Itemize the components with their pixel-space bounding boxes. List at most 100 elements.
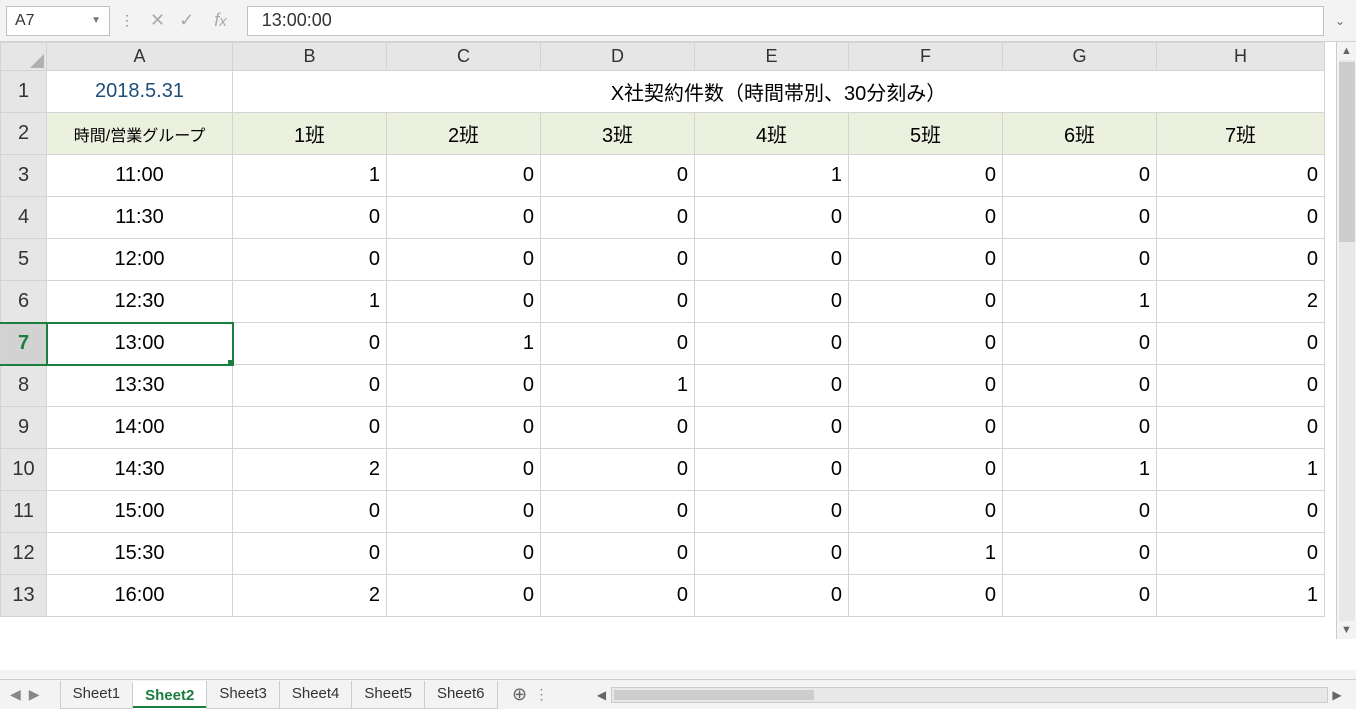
confirm-icon[interactable]: ✓ [179, 10, 194, 31]
subheader-group-1[interactable]: 1班 [233, 113, 387, 155]
cell-D4[interactable]: 0 [541, 197, 695, 239]
col-header-F[interactable]: F [849, 43, 1003, 71]
cell-B11[interactable]: 0 [233, 491, 387, 533]
cell-A7[interactable]: 13:00 [47, 323, 233, 365]
select-all-corner[interactable] [1, 43, 47, 71]
cell-H9[interactable]: 0 [1157, 407, 1325, 449]
hscroll-left-icon[interactable]: ◀ [593, 686, 611, 704]
cell-D7[interactable]: 0 [541, 323, 695, 365]
cell-G8[interactable]: 0 [1003, 365, 1157, 407]
cell-E13[interactable]: 0 [695, 575, 849, 617]
cell-D3[interactable]: 0 [541, 155, 695, 197]
subheader-group-6[interactable]: 6班 [1003, 113, 1157, 155]
cell-H7[interactable]: 0 [1157, 323, 1325, 365]
row-header-6[interactable]: 6 [1, 281, 47, 323]
row-header-5[interactable]: 5 [1, 239, 47, 281]
cell-G5[interactable]: 0 [1003, 239, 1157, 281]
vscroll-thumb[interactable] [1339, 62, 1355, 242]
cell-A12[interactable]: 15:30 [47, 533, 233, 575]
cell-A4[interactable]: 11:30 [47, 197, 233, 239]
cell-A13[interactable]: 16:00 [47, 575, 233, 617]
cell-F5[interactable]: 0 [849, 239, 1003, 281]
cell-F4[interactable]: 0 [849, 197, 1003, 239]
subheader-time-group[interactable]: 時間/営業グループ [47, 113, 233, 155]
formula-expand-icon[interactable]: ⌄ [1330, 14, 1350, 28]
cell-A11[interactable]: 15:00 [47, 491, 233, 533]
cell-H6[interactable]: 2 [1157, 281, 1325, 323]
cell-B10[interactable]: 2 [233, 449, 387, 491]
col-header-B[interactable]: B [233, 43, 387, 71]
cell-F6[interactable]: 0 [849, 281, 1003, 323]
date-header-cell[interactable]: 2018.5.31 [47, 71, 233, 113]
cell-D5[interactable]: 0 [541, 239, 695, 281]
subheader-group-3[interactable]: 3班 [541, 113, 695, 155]
cell-C11[interactable]: 0 [387, 491, 541, 533]
sheet-prev-icon[interactable]: ◀ [10, 686, 21, 703]
cell-B4[interactable]: 0 [233, 197, 387, 239]
cell-E8[interactable]: 0 [695, 365, 849, 407]
row-header-9[interactable]: 9 [1, 407, 47, 449]
cancel-icon[interactable]: ✕ [150, 10, 165, 31]
cell-C9[interactable]: 0 [387, 407, 541, 449]
sheet-nav-arrows[interactable]: ◀ ▶ [10, 686, 60, 703]
cell-C5[interactable]: 0 [387, 239, 541, 281]
row-header-2[interactable]: 2 [1, 113, 47, 155]
cell-E9[interactable]: 0 [695, 407, 849, 449]
cell-B8[interactable]: 0 [233, 365, 387, 407]
cell-A9[interactable]: 14:00 [47, 407, 233, 449]
cell-G10[interactable]: 1 [1003, 449, 1157, 491]
cell-E5[interactable]: 0 [695, 239, 849, 281]
row-header-12[interactable]: 12 [1, 533, 47, 575]
cell-F13[interactable]: 0 [849, 575, 1003, 617]
hscroll-right-icon[interactable]: ▶ [1328, 686, 1346, 704]
cell-H12[interactable]: 0 [1157, 533, 1325, 575]
cell-E6[interactable]: 0 [695, 281, 849, 323]
cell-D12[interactable]: 0 [541, 533, 695, 575]
cell-H5[interactable]: 0 [1157, 239, 1325, 281]
add-sheet-button[interactable]: ⊕ [509, 684, 531, 706]
hscroll-thumb[interactable] [614, 690, 814, 700]
cell-A6[interactable]: 12:30 [47, 281, 233, 323]
cell-D11[interactable]: 0 [541, 491, 695, 533]
cell-H3[interactable]: 0 [1157, 155, 1325, 197]
cell-B13[interactable]: 2 [233, 575, 387, 617]
cell-G9[interactable]: 0 [1003, 407, 1157, 449]
scroll-up-icon[interactable]: ▲ [1337, 42, 1356, 60]
cell-F10[interactable]: 0 [849, 449, 1003, 491]
subheader-group-2[interactable]: 2班 [387, 113, 541, 155]
cell-A3[interactable]: 11:00 [47, 155, 233, 197]
cell-E3[interactable]: 1 [695, 155, 849, 197]
cell-D10[interactable]: 0 [541, 449, 695, 491]
sheet-tab-Sheet4[interactable]: Sheet4 [279, 681, 353, 709]
cell-C8[interactable]: 0 [387, 365, 541, 407]
title-cell[interactable]: X社契約件数（時間帯別、30分刻み） [233, 71, 1325, 113]
cell-C7[interactable]: 1 [387, 323, 541, 365]
cell-F7[interactable]: 0 [849, 323, 1003, 365]
row-header-13[interactable]: 13 [1, 575, 47, 617]
cell-C6[interactable]: 0 [387, 281, 541, 323]
cell-H10[interactable]: 1 [1157, 449, 1325, 491]
col-header-G[interactable]: G [1003, 43, 1157, 71]
sheet-tab-Sheet1[interactable]: Sheet1 [60, 681, 134, 709]
cell-E11[interactable]: 0 [695, 491, 849, 533]
row-header-7[interactable]: 7 [1, 323, 47, 365]
cell-F12[interactable]: 1 [849, 533, 1003, 575]
scroll-down-icon[interactable]: ▼ [1337, 621, 1356, 639]
subheader-group-5[interactable]: 5班 [849, 113, 1003, 155]
row-header-10[interactable]: 10 [1, 449, 47, 491]
spreadsheet-grid[interactable]: ABCDEFGH 1 2018.5.31 X社契約件数（時間帯別、30分刻み）2… [0, 42, 1325, 617]
sheet-tab-Sheet3[interactable]: Sheet3 [206, 681, 280, 709]
cell-G11[interactable]: 0 [1003, 491, 1157, 533]
cell-D6[interactable]: 0 [541, 281, 695, 323]
cell-B7[interactable]: 0 [233, 323, 387, 365]
cell-C10[interactable]: 0 [387, 449, 541, 491]
col-header-D[interactable]: D [541, 43, 695, 71]
sheet-tab-Sheet6[interactable]: Sheet6 [424, 681, 498, 709]
row-header-4[interactable]: 4 [1, 197, 47, 239]
row-header-11[interactable]: 11 [1, 491, 47, 533]
cell-H8[interactable]: 0 [1157, 365, 1325, 407]
name-box[interactable]: A7 ▼ [6, 6, 110, 36]
cell-B9[interactable]: 0 [233, 407, 387, 449]
cell-F3[interactable]: 0 [849, 155, 1003, 197]
cell-G4[interactable]: 0 [1003, 197, 1157, 239]
